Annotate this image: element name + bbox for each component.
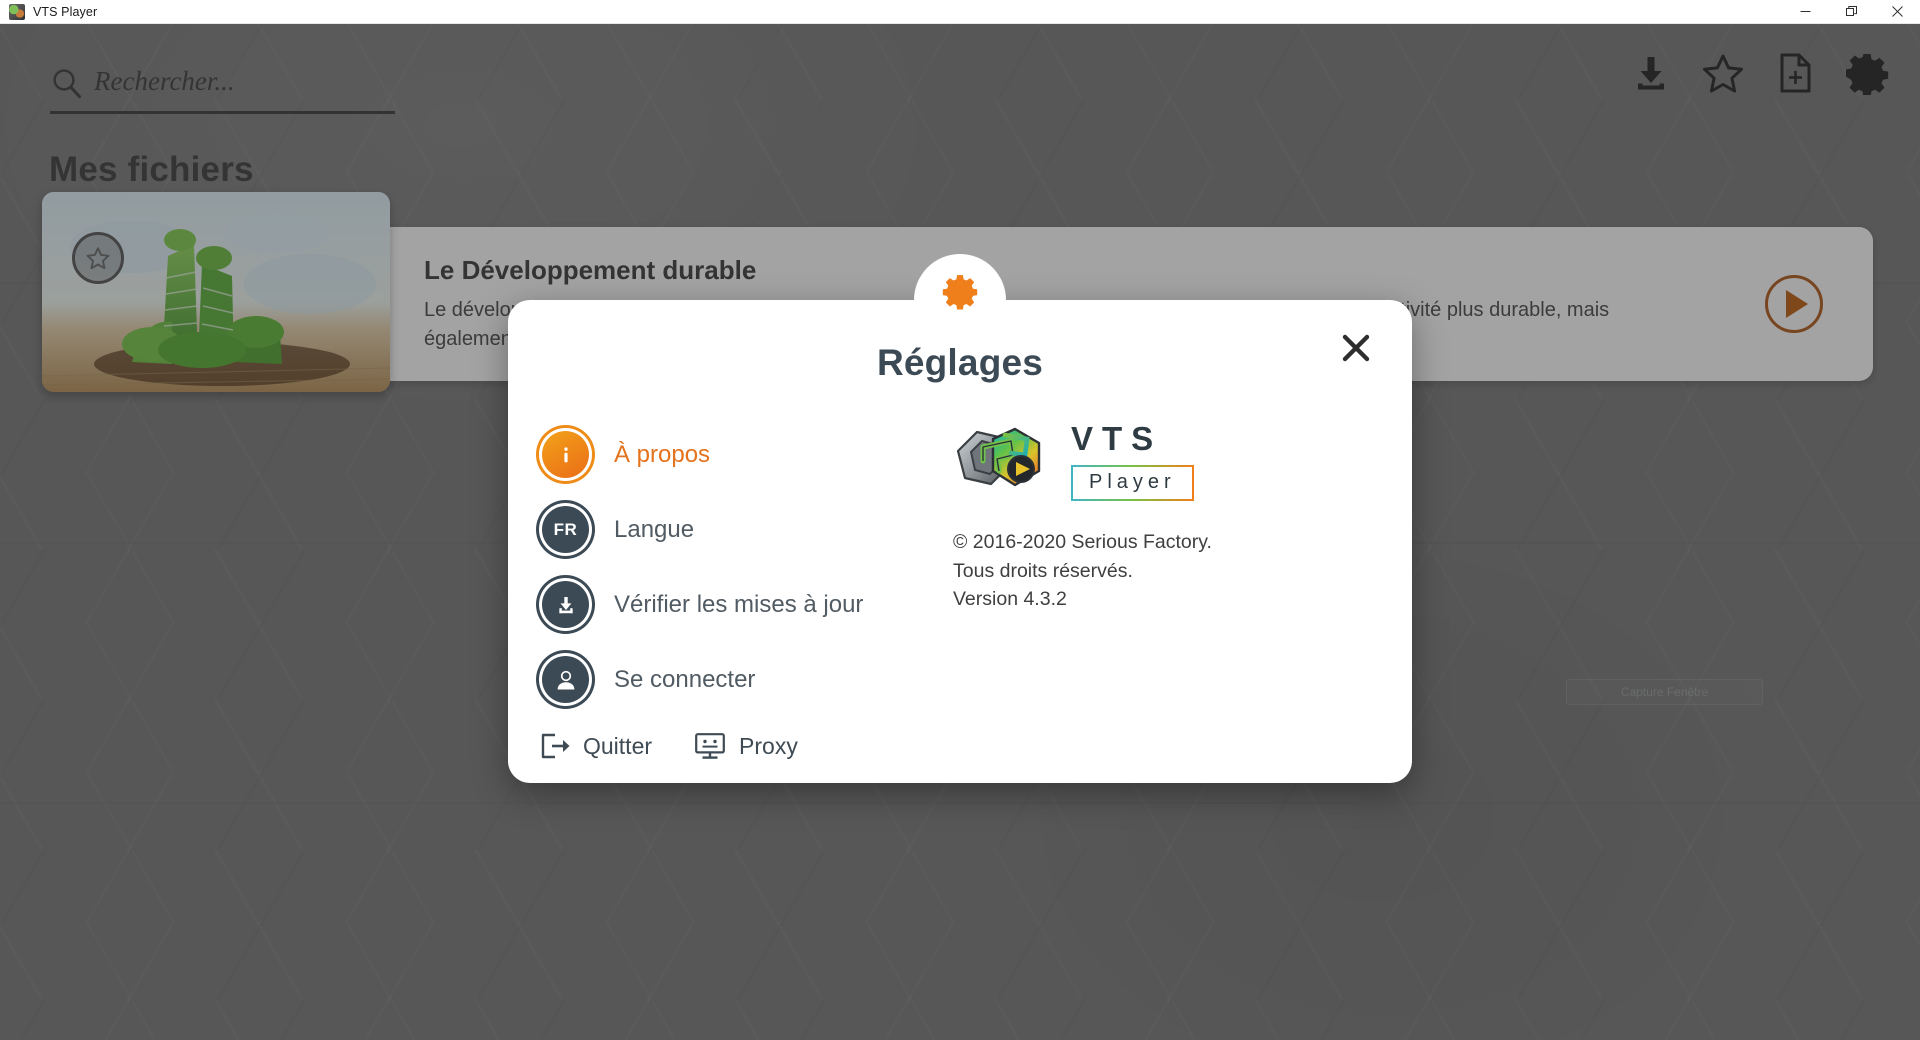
- exit-icon: [541, 733, 570, 759]
- menu-label-login: Se connecter: [614, 665, 756, 693]
- modal-body: À propos FR Langue Vérifier les mises à …: [508, 410, 1412, 783]
- proxy-button[interactable]: Proxy: [694, 732, 798, 760]
- quit-label: Quitter: [583, 732, 653, 759]
- close-icon[interactable]: [1874, 0, 1920, 24]
- menu-label-language: Langue: [614, 515, 695, 543]
- quit-button[interactable]: Quitter: [540, 732, 652, 760]
- modal-bottom-actions: Quitter Proxy: [540, 732, 798, 760]
- modal-gear-badge: [914, 254, 1006, 346]
- proxy-label: Proxy: [739, 732, 798, 759]
- version-line: Version 4.3.2: [953, 588, 1067, 611]
- info-icon: [539, 428, 592, 481]
- copyright-block: © 2016-2020 Serious Factory. Tous droits…: [953, 528, 1373, 614]
- menu-label-check-updates: Vérifier les mises à jour: [614, 590, 864, 618]
- copyright-line-1: © 2016-2020 Serious Factory.: [953, 531, 1212, 553]
- info-glyph: [563, 446, 568, 462]
- user-icon: [539, 653, 592, 706]
- download-icon: [539, 578, 592, 631]
- language-code: FR: [553, 519, 578, 539]
- vts-app-icon: [9, 3, 25, 20]
- vts-logo-mark: [956, 427, 1041, 486]
- app-window: Mes fichiers: [0, 24, 1920, 1040]
- window-title: VTS Player: [33, 4, 98, 19]
- logo-secondary-text: Player: [1071, 465, 1194, 501]
- window-controls: [1782, 0, 1920, 24]
- menu-item-language[interactable]: FR Langue: [539, 503, 863, 556]
- window-title-bar: VTS Player: [0, 0, 1920, 24]
- close-icon: [1342, 334, 1370, 362]
- language-icon: FR: [539, 503, 592, 556]
- close-modal-button[interactable]: [1334, 326, 1378, 370]
- about-panel: VTS Player © 2016-2020 Serious Factory. …: [953, 410, 1373, 614]
- menu-item-check-updates[interactable]: Vérifier les mises à jour: [539, 578, 863, 631]
- maximize-icon[interactable]: [1828, 0, 1874, 24]
- vts-logo-wordmark: VTS Player: [1071, 420, 1194, 501]
- gear-icon: [942, 275, 978, 310]
- modal-title: Réglages: [876, 342, 1044, 383]
- settings-menu: À propos FR Langue Vérifier les mises à …: [539, 428, 863, 706]
- menu-item-about[interactable]: À propos: [539, 428, 863, 481]
- monitor-icon: [695, 733, 725, 759]
- minimize-icon[interactable]: [1782, 0, 1828, 24]
- logo-primary-text: VTS: [1071, 420, 1163, 457]
- vts-player-logo: VTS Player: [953, 420, 1373, 501]
- menu-label-about: À propos: [614, 440, 711, 468]
- download-glyph: [558, 596, 573, 613]
- user-glyph: [557, 670, 574, 689]
- menu-item-login[interactable]: Se connecter: [539, 653, 863, 706]
- copyright-line-2: Tous droits réservés.: [953, 559, 1133, 582]
- settings-modal: Réglages À propos FR Langue Vérifier les…: [508, 254, 1412, 783]
